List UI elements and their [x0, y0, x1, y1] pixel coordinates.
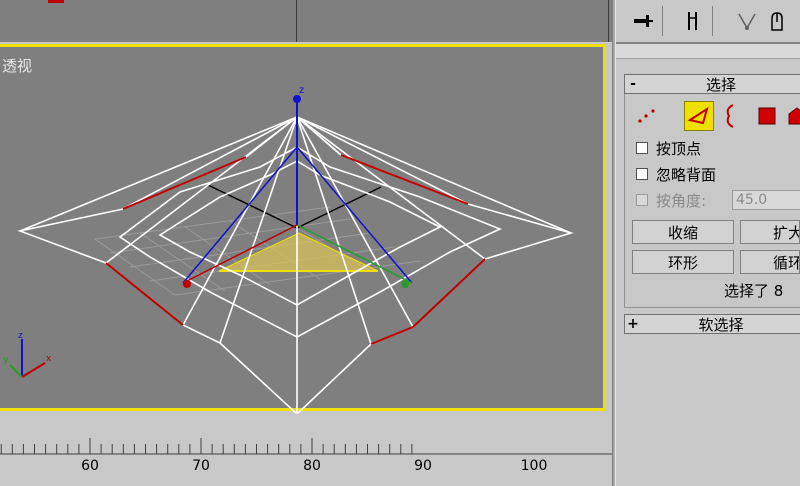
soft-selection-rollout-header[interactable]: + 软选择 [624, 314, 800, 334]
tab-divider [712, 6, 713, 36]
ring-button[interactable]: 环形 [632, 250, 734, 274]
selection-rollout-title: 选择 [705, 75, 736, 94]
selection-status: 选择了 8 [724, 282, 784, 300]
ruler-tick-label: 90 [414, 458, 432, 474]
panel-scroll-area [616, 44, 800, 59]
edge-icon[interactable] [684, 101, 714, 131]
view-axis-tripod [9, 339, 46, 378]
axis-y-label: y [3, 355, 9, 365]
selection-rollout-header[interactable]: - 选择 [624, 74, 800, 94]
ruler-tick-label: 60 [81, 458, 99, 474]
hierarchy-icon[interactable] [682, 8, 704, 34]
angle-input[interactable]: 45.0 [732, 190, 800, 210]
by-vertex-label: 按顶点 [656, 139, 702, 158]
checkbox-box[interactable] [636, 168, 648, 180]
loop-button[interactable]: 循环 [740, 250, 800, 274]
vertex-icon[interactable] [632, 101, 662, 131]
tab-divider [662, 6, 663, 36]
ruler-tick-label: 100 [520, 458, 548, 474]
ignore-backfacing-label: 忽略背面 [656, 165, 717, 184]
grow-button[interactable]: 扩大 [740, 220, 800, 244]
axis-x-label: x [46, 354, 52, 364]
scene-view[interactable]: z z y x [0, 47, 606, 414]
collapse-icon[interactable]: - [625, 76, 641, 92]
checkbox-box[interactable] [636, 142, 648, 154]
expand-icon[interactable]: + [625, 316, 641, 332]
pin-icon[interactable] [632, 8, 654, 34]
by-vertex-checkbox[interactable]: 按顶点 [636, 138, 701, 158]
ruler-tick-label: 70 [192, 458, 210, 474]
border-icon[interactable] [718, 101, 748, 131]
viewport-divider [296, 0, 297, 42]
element-icon[interactable] [782, 101, 800, 131]
motion-icon[interactable] [736, 8, 758, 34]
viewport-marker [48, 0, 64, 3]
shrink-button[interactable]: 收缩 [632, 220, 734, 244]
soft-selection-rollout-title: 软选择 [698, 315, 744, 334]
perspective-viewport[interactable]: 透视 z z y x [0, 44, 606, 414]
ruler-ticks [0, 438, 612, 455]
gizmo-z-label: z [299, 85, 304, 96]
command-panel-tabs [616, 0, 800, 44]
ruler-tick-label: 80 [303, 458, 321, 474]
timeline-ruler[interactable]: 60 70 80 90 100 [0, 414, 612, 486]
polygon-icon[interactable] [752, 101, 782, 131]
checkbox-box[interactable] [636, 194, 648, 206]
axis-z-label: z [18, 331, 23, 341]
subobject-level-toolbar [632, 101, 800, 131]
by-angle-label: 按角度: [656, 191, 707, 210]
ignore-backfacing-checkbox[interactable]: 忽略背面 [636, 164, 716, 184]
top-viewports-strip [0, 0, 612, 42]
by-angle-checkbox[interactable]: 按角度: [636, 190, 706, 210]
viewport-divider [608, 0, 609, 42]
display-icon[interactable] [766, 8, 788, 34]
